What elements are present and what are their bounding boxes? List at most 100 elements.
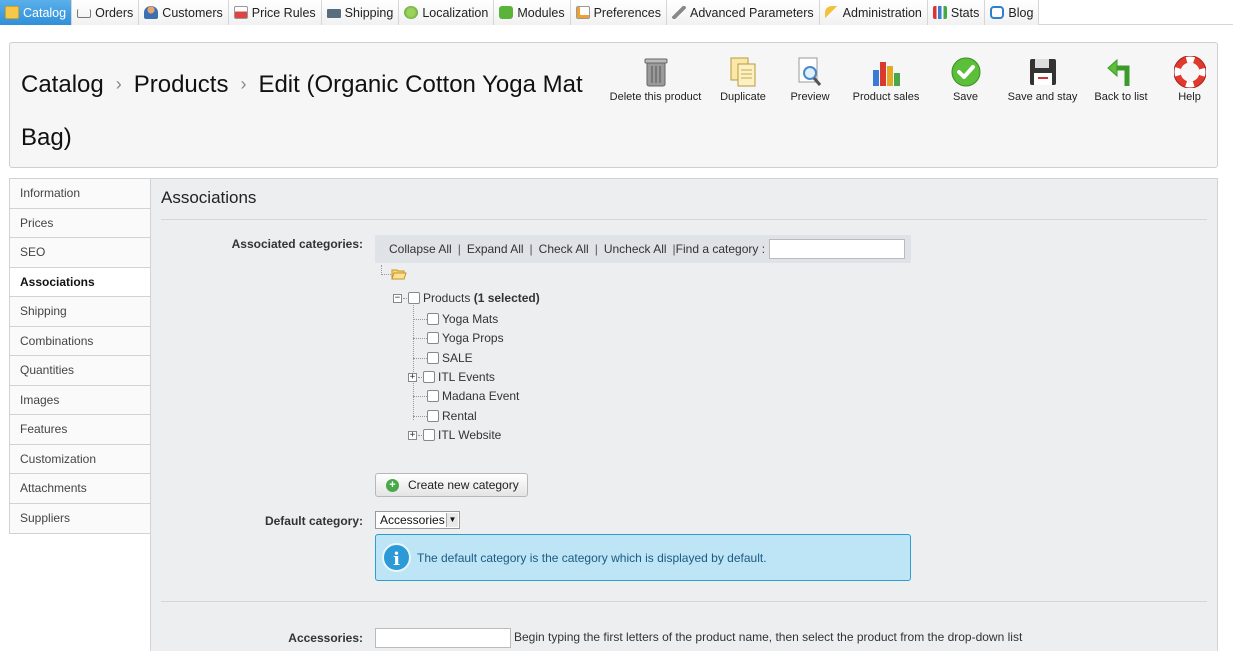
bar-chart-icon [869,55,903,89]
tab-shipping[interactable]: Shipping [10,297,150,327]
nav-tab-blog[interactable]: Blog [985,0,1040,25]
open-folder-icon[interactable] [391,265,407,283]
help-button[interactable]: Help [1163,55,1216,103]
back-to-list-label: Back to list [1094,91,1148,103]
plus-icon: + [386,478,399,492]
collapse-toggle[interactable]: − [393,293,402,303]
nav-tab-label: Price Rules [251,5,316,20]
wrench-icon [671,6,686,19]
chevron-down-icon: ▼ [446,513,458,527]
tab-seo[interactable]: SEO [10,238,150,268]
nav-tab-stats[interactable]: Stats [927,0,986,25]
preview-button[interactable]: Preview [773,55,847,103]
nav-tab-price-rules[interactable]: Price Rules [228,0,322,25]
expand-all-link[interactable]: Expand All [467,242,524,256]
save-and-stay-button[interactable]: Save and stay [1006,55,1079,103]
preview-label: Preview [790,91,830,103]
tree-line [381,274,391,275]
check-all-link[interactable]: Check All [539,242,589,256]
nav-tab-label: Catalog [23,5,67,20]
tab-customization[interactable]: Customization [10,444,150,474]
nav-tab-modules[interactable]: Modules [494,0,571,25]
tab-quantities[interactable]: Quantities [10,356,150,386]
uncheck-all-link[interactable]: Uncheck All [604,242,667,256]
tab-information[interactable]: Information [10,179,150,209]
category-checkbox[interactable] [423,371,435,383]
tab-suppliers[interactable]: Suppliers [10,503,150,533]
truck-icon [326,9,341,18]
nav-tab-administration[interactable]: Administration [819,0,928,25]
preferences-icon [575,6,590,19]
associations-panel: Associations Associated categories: Coll… [150,178,1218,651]
product-sales-button[interactable]: Product sales [847,55,925,103]
tab-prices[interactable]: Prices [10,208,150,238]
price-rules-icon [233,6,248,19]
tree-item: + ITL Website [408,426,501,444]
accessories-input[interactable] [375,628,511,648]
selected-count: (1 selected) [473,291,540,305]
help-label: Help [1178,91,1201,103]
trash-icon [639,55,673,89]
category-label[interactable]: Yoga Props [442,331,504,345]
cart-icon [77,9,92,18]
category-checkbox[interactable] [427,332,439,344]
delete-product-button[interactable]: Delete this product [598,55,713,103]
expand-toggle[interactable]: + [408,430,417,440]
category-label[interactable]: Madana Event [442,389,519,403]
lifebuoy-icon [1173,55,1207,89]
breadcrumb-catalog[interactable]: Catalog [21,71,104,98]
magnifier-icon [793,55,827,89]
category-checkbox[interactable] [423,429,435,441]
tree-line [413,415,427,417]
tab-images[interactable]: Images [10,385,150,415]
save-button[interactable]: Save [925,55,1006,103]
category-checkbox[interactable] [408,292,420,304]
back-to-list-button[interactable]: Back to list [1079,55,1163,103]
tree-line [418,434,422,436]
expand-toggle[interactable]: + [408,372,417,382]
breadcrumb-products[interactable]: Products [134,71,229,98]
nav-tab-customers[interactable]: Customers [139,0,229,25]
category-label[interactable]: ITL Events [438,370,495,384]
pipe-separator: | [594,242,598,256]
tab-features[interactable]: Features [10,415,150,445]
category-label[interactable]: Products [423,291,470,305]
checkmark-icon [949,55,983,89]
nav-tab-label: Modules [517,5,565,20]
tab-attachments[interactable]: Attachments [10,474,150,504]
tree-item: + ITL Events [408,368,495,386]
tab-associations[interactable]: Associations [10,267,150,297]
category-checkbox[interactable] [427,313,439,325]
nav-tab-label: Customers [162,5,223,20]
category-label[interactable]: Yoga Mats [442,312,498,326]
find-category-input[interactable] [769,239,906,259]
tab-combinations[interactable]: Combinations [10,326,150,356]
globe-icon [404,6,419,19]
duplicate-icon [726,55,760,89]
create-new-category-label: Create new category [408,478,519,492]
collapse-all-link[interactable]: Collapse All [389,242,452,256]
nav-tab-label: Advanced Parameters [689,5,814,20]
default-category-select[interactable]: Accessories ▼ [375,511,460,529]
tree-item: SALE [413,349,473,367]
nav-tab-label: Stats [950,5,980,20]
nav-tab-localization[interactable]: Localization [399,0,495,25]
category-checkbox[interactable] [427,352,439,364]
stats-icon [932,6,947,19]
nav-tab-orders[interactable]: Orders [72,0,140,25]
create-new-category-button[interactable]: + Create new category [375,473,528,497]
divider [161,219,1207,220]
duplicate-button[interactable]: Duplicate [713,55,773,103]
associated-categories-label: Associated categories: [231,237,363,251]
category-label[interactable]: ITL Website [438,428,501,442]
nav-tab-shipping[interactable]: Shipping [321,0,400,25]
nav-tab-advanced-parameters[interactable]: Advanced Parameters [666,0,820,25]
category-checkbox[interactable] [427,390,439,402]
category-label[interactable]: SALE [442,351,473,365]
category-checkbox[interactable] [427,410,439,422]
category-label[interactable]: Rental [442,409,477,423]
nav-tab-catalog[interactable]: Catalog [0,0,73,25]
panel-title: Associations [161,188,257,207]
nav-tab-preferences[interactable]: Preferences [570,0,667,25]
page-header: Catalog › Products › Edit (Organic Cotton Yo… [9,42,1218,168]
